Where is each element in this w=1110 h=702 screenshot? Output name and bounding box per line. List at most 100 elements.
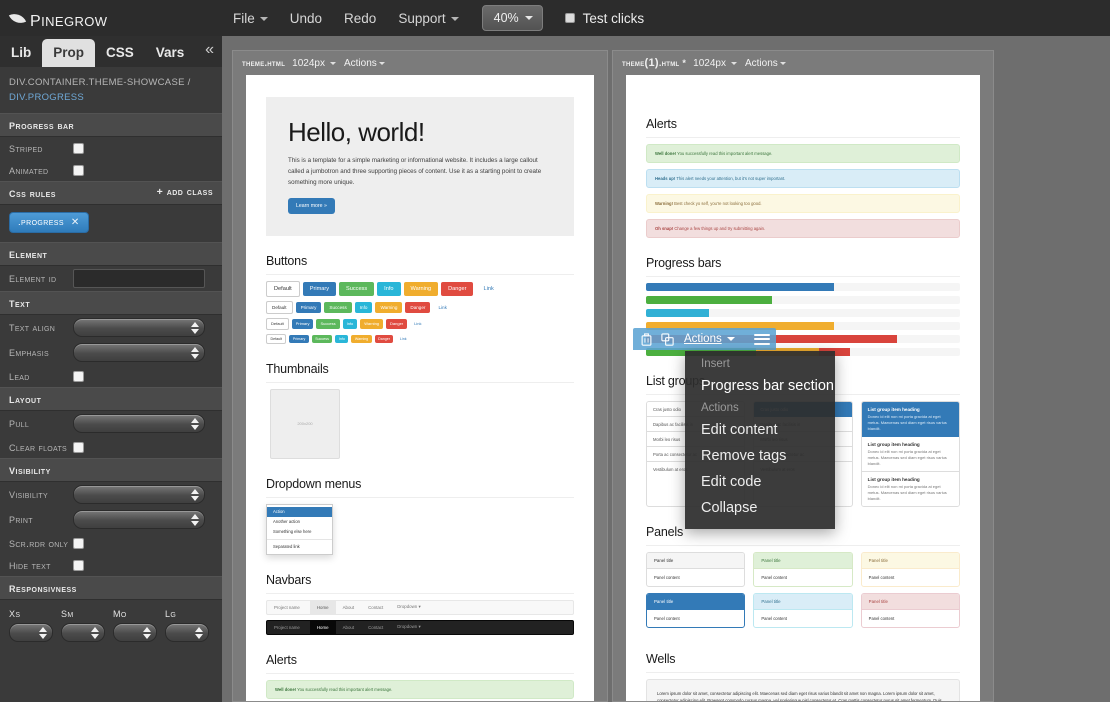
pane2-actions[interactable]: Actions (745, 58, 778, 69)
collapse-panel-icon[interactable]: « (205, 42, 214, 58)
element-actions-dropdown[interactable]: Actions (681, 333, 738, 345)
pane1-title[interactable]: THEME.HTML (242, 58, 285, 68)
hide-text-checkbox[interactable] (73, 559, 84, 571)
menu-redo[interactable]: Redo (333, 6, 387, 31)
navbar-item-home[interactable]: Home (309, 620, 336, 634)
dropdown-item-separated[interactable]: Separated link (267, 542, 332, 552)
progress-fill (646, 283, 835, 291)
navbar-brand[interactable]: Project name (274, 605, 300, 610)
btn-link[interactable]: Link (410, 319, 425, 329)
lead-checkbox[interactable] (73, 370, 84, 382)
add-class-button[interactable]: + Add Class (157, 186, 213, 198)
close-icon[interactable]: ✕ (71, 217, 80, 228)
print-select[interactable] (73, 510, 205, 530)
btn-info[interactable]: Info (342, 318, 358, 329)
navbar-item-about[interactable]: About (336, 601, 361, 614)
tab-prop[interactable]: Prop (42, 39, 96, 67)
btn-primary[interactable]: Primary (291, 318, 314, 329)
pane2-title[interactable]: THEME(1).HTML * (622, 57, 686, 69)
visibility-select[interactable] (73, 485, 205, 505)
resp-xs-select[interactable] (9, 623, 53, 643)
btn-warning[interactable]: Warning (403, 281, 439, 296)
btn-primary[interactable]: Primary (289, 334, 309, 343)
dropdown-item-action[interactable]: Action (267, 506, 332, 517)
navbar-item-contact[interactable]: Contact (361, 601, 390, 614)
btn-success[interactable]: Success (316, 318, 340, 329)
list-item[interactable]: List group item heading Donec id elit no… (861, 437, 959, 472)
btn-default[interactable]: Default (266, 333, 287, 344)
btn-default[interactable]: Default (266, 280, 300, 297)
btn-danger[interactable]: Danger (374, 334, 394, 343)
pane1-viewport[interactable]: Hello, world! This is a template for a s… (246, 75, 594, 701)
text-align-select[interactable] (73, 318, 205, 338)
context-menu-item-collapse[interactable]: Collapse (685, 495, 835, 521)
tab-lib[interactable]: Lib (0, 39, 42, 67)
btn-primary[interactable]: Primary (295, 301, 322, 313)
context-menu-item-edit-content[interactable]: Edit content (685, 417, 835, 443)
dropdown-item-something[interactable]: Something else here (267, 527, 332, 537)
btn-danger[interactable]: Danger (405, 301, 431, 313)
breadcrumb-parent[interactable]: DIV.CONTAINER.THEME-SHOWCASE / (9, 77, 191, 88)
pane2-width[interactable]: 1024px (693, 58, 726, 69)
btn-success[interactable]: Success (339, 281, 375, 296)
row-visibility: Visibility (0, 482, 222, 507)
animated-checkbox[interactable] (73, 164, 84, 176)
navbar-item-about[interactable]: About (336, 621, 361, 634)
btn-primary[interactable]: Primary (302, 281, 337, 296)
menu-support[interactable]: Support (387, 6, 469, 31)
emphasis-select[interactable] (73, 343, 205, 363)
list-item[interactable]: List group item heading Donec id elit no… (861, 402, 959, 437)
navbar-item-home[interactable]: Home (309, 600, 336, 614)
duplicate-icon[interactable] (660, 332, 675, 347)
learn-more-button[interactable]: Learn more » (288, 197, 335, 214)
navbar-item-dropdown[interactable]: Dropdown ▾ (390, 620, 427, 634)
btn-info[interactable]: Info (354, 301, 373, 313)
zoom-level-button[interactable]: 40% (481, 5, 543, 31)
breadcrumb-current[interactable]: DIV.PROGRESS (9, 90, 214, 105)
context-menu-item-progress-bar-section[interactable]: Progress bar section (685, 373, 835, 399)
scr-rdr-only-checkbox[interactable] (73, 537, 84, 549)
btn-warning[interactable]: Warning (360, 318, 384, 329)
css-class-chip[interactable]: .progress ✕ (9, 212, 89, 234)
clear-floats-checkbox[interactable] (73, 441, 84, 453)
list-item[interactable]: List group item heading Donec id elit no… (861, 472, 959, 506)
resp-lg-select[interactable] (165, 623, 209, 643)
btn-link[interactable]: Link (476, 282, 500, 296)
btn-link[interactable]: Link (396, 335, 410, 343)
hamburger-menu-icon[interactable] (753, 331, 770, 347)
btn-link[interactable]: Link (433, 302, 451, 313)
navbar-brand[interactable]: Project name (274, 625, 300, 630)
btn-danger[interactable]: Danger (441, 281, 474, 296)
btn-warning[interactable]: Warning (375, 301, 403, 313)
btn-danger[interactable]: Danger (386, 318, 408, 329)
striped-checkbox[interactable] (73, 142, 84, 154)
alert-strong: Oh snap! (655, 226, 674, 231)
thumbnail[interactable]: 200x200 (270, 388, 340, 459)
test-clicks-toggle[interactable]: Test clicks (564, 11, 644, 26)
btn-default[interactable]: Default (266, 317, 289, 330)
menu-redo-label: Redo (344, 10, 377, 26)
menu-undo[interactable]: Undo (279, 6, 333, 31)
delete-icon[interactable] (639, 332, 654, 347)
context-menu-item-remove-tags[interactable]: Remove tags (685, 443, 835, 469)
resp-md-select[interactable] (113, 623, 157, 643)
pull-select[interactable] (73, 414, 205, 434)
pane1-actions[interactable]: Actions (344, 58, 377, 69)
btn-success[interactable]: Success (324, 301, 352, 313)
navbar-item-contact[interactable]: Contact (361, 621, 390, 634)
menu-file[interactable]: File (222, 6, 279, 31)
btn-warning[interactable]: Warning (351, 334, 372, 343)
navbar-item-dropdown[interactable]: Dropdown ▾ (390, 600, 427, 614)
chevron-down-icon (730, 61, 737, 65)
btn-info[interactable]: Info (335, 334, 349, 343)
pane1-width[interactable]: 1024px (292, 58, 325, 69)
btn-success[interactable]: Success (311, 334, 333, 343)
tab-vars[interactable]: Vars (145, 39, 196, 67)
dropdown-item-another[interactable]: Another action (267, 517, 332, 527)
tab-css[interactable]: CSS (95, 39, 145, 67)
element-id-input[interactable] (73, 269, 205, 289)
btn-info[interactable]: Info (377, 281, 401, 296)
btn-default[interactable]: Default (266, 300, 293, 314)
context-menu-item-edit-code[interactable]: Edit code (685, 469, 835, 495)
resp-sm-select[interactable] (61, 623, 105, 643)
